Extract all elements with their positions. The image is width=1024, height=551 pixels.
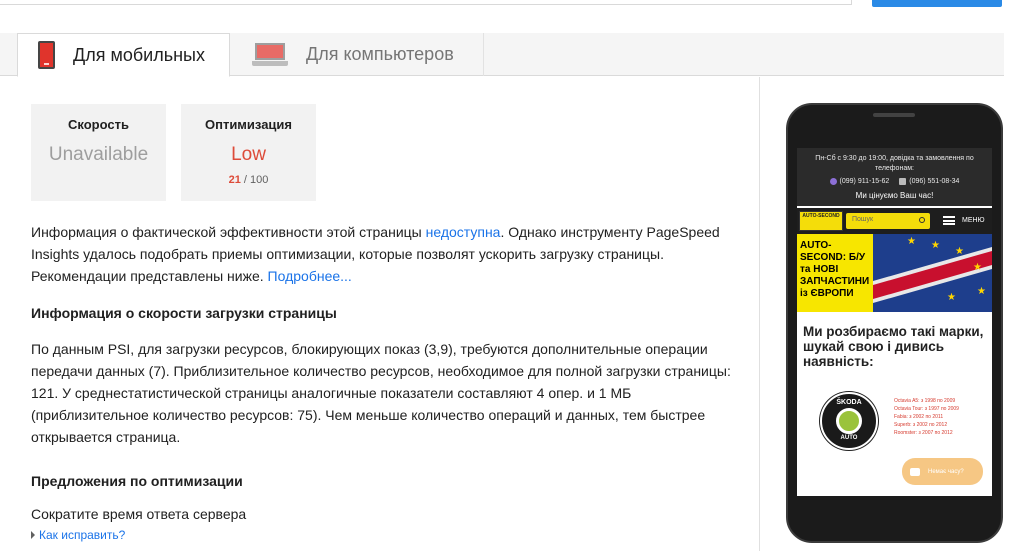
expand-triangle-icon (31, 531, 35, 539)
viber-icon (829, 178, 837, 185)
analyze-button[interactable] (872, 0, 1002, 7)
eu-star-icon: ★ (973, 262, 982, 273)
preview-phone-1: (099) 911-15-62 (829, 178, 889, 185)
phone-preview-screen: Пн-Сб с 9:30 до 19:00, довідка та замовл… (797, 148, 992, 496)
preview-logo: AUTO-SECOND (799, 211, 843, 231)
optimization-score: 21 / 100 (181, 174, 316, 186)
eu-star-icon: ★ (931, 240, 940, 251)
phone-speaker (873, 113, 915, 117)
speed-card-title: Скорость (68, 117, 129, 132)
preview-menu-label: МЕНЮ (962, 217, 985, 224)
preview-models-list: Octavia A5: з 1998 по 2009 Octavia Tour:… (894, 397, 959, 437)
optimization-card-title: Оптимизация (204, 117, 293, 132)
skoda-logo-bottom: AUTO (840, 435, 858, 441)
preview-slogan: Ми цінуємо Ваш час! (855, 191, 934, 200)
eu-star-icon: ★ (947, 292, 956, 303)
preview-heading: Ми розбираємо такі марки, шукай свою і д… (803, 324, 984, 369)
preview-banner-text: AUTO-SECOND: Б/У та НОВІ ЗАПЧАСТИНИ із Є… (800, 240, 870, 299)
eu-star-icon: ★ (907, 236, 916, 247)
model-item: Fabia: з 2002 по 2011 (894, 414, 944, 420)
how-to-fix-label: Как исправить? (39, 528, 126, 542)
how-to-fix-link[interactable]: Как исправить? (31, 528, 125, 542)
column-divider (759, 77, 760, 551)
mobile-phone-icon (38, 41, 55, 69)
speed-card: Скорость Unavailable (31, 104, 166, 201)
preview-nav: AUTO-SECOND Пошук МЕНЮ (797, 208, 992, 234)
preview-banner: ★ ★ ★ ★ ★ ★ AUTO-SECOND: Б/У та НОВІ ЗАП… (797, 234, 992, 312)
optimization-score-value: 21 (228, 174, 241, 186)
hamburger-menu-icon (943, 216, 955, 225)
skoda-logo-top: ŠKODA (836, 399, 862, 406)
tab-desktop-label: Для компьютеров (306, 44, 454, 64)
skoda-logo: ŠKODA AUTO (820, 392, 878, 450)
eu-star-icon: ★ (977, 286, 986, 297)
model-item: Octavia Tour: з 1997 по 2009 (894, 406, 959, 412)
intro-text-1: Информация о фактической эффективности э… (31, 224, 426, 240)
optimization-card: Оптимизация Low 21 / 100 (181, 104, 316, 201)
chat-bubble-icon (910, 467, 920, 476)
model-item: Superb: з 2002 по 2012 (894, 422, 948, 428)
url-input[interactable] (0, 0, 852, 5)
phone-icon (899, 178, 907, 185)
preview-search-placeholder: Пошук (852, 216, 874, 223)
suggestions-heading: Предложения по оптимизации (31, 473, 243, 489)
speed-card-value: Unavailable (48, 144, 149, 165)
device-tabs: Для мобильных Для компьютеров (0, 33, 1004, 77)
model-item: Octavia A5: з 1998 по 2009 (894, 398, 956, 404)
eu-star-icon: ★ (955, 246, 964, 257)
speed-info-text: По данным PSI, для загрузки ресурсов, бл… (31, 341, 731, 445)
preview-hours: Пн-Сб с 9:30 до 19:00, довідка та замовл… (815, 155, 974, 172)
tab-desktop[interactable]: Для компьютеров (230, 33, 484, 76)
speed-info-heading: Информация о скорости загрузки страницы (31, 305, 337, 321)
desktop-monitor-icon (252, 41, 288, 69)
unavailable-link[interactable]: недоступна (426, 224, 501, 240)
preview-chat-widget: Немає часу? (902, 458, 983, 485)
search-icon (919, 217, 925, 223)
preview-search: Пошук (846, 213, 930, 229)
suggestion-item: Сократите время ответа сервера (31, 506, 247, 522)
intro-paragraph: Информация о фактической эффективности э… (31, 221, 743, 287)
tab-mobile-label: Для мобильных (73, 44, 205, 65)
tab-mobile[interactable]: Для мобильных (17, 33, 230, 77)
preview-chat-label: Немає часу? (928, 468, 964, 475)
learn-more-link[interactable]: Подробнее... (268, 268, 352, 284)
optimization-score-max: / 100 (243, 174, 269, 186)
optimization-card-value: Low (231, 144, 266, 165)
preview-phone-2: (096) 551-08-34 (899, 178, 959, 185)
model-item: Roomster: з 2007 по 2012 (894, 430, 953, 436)
